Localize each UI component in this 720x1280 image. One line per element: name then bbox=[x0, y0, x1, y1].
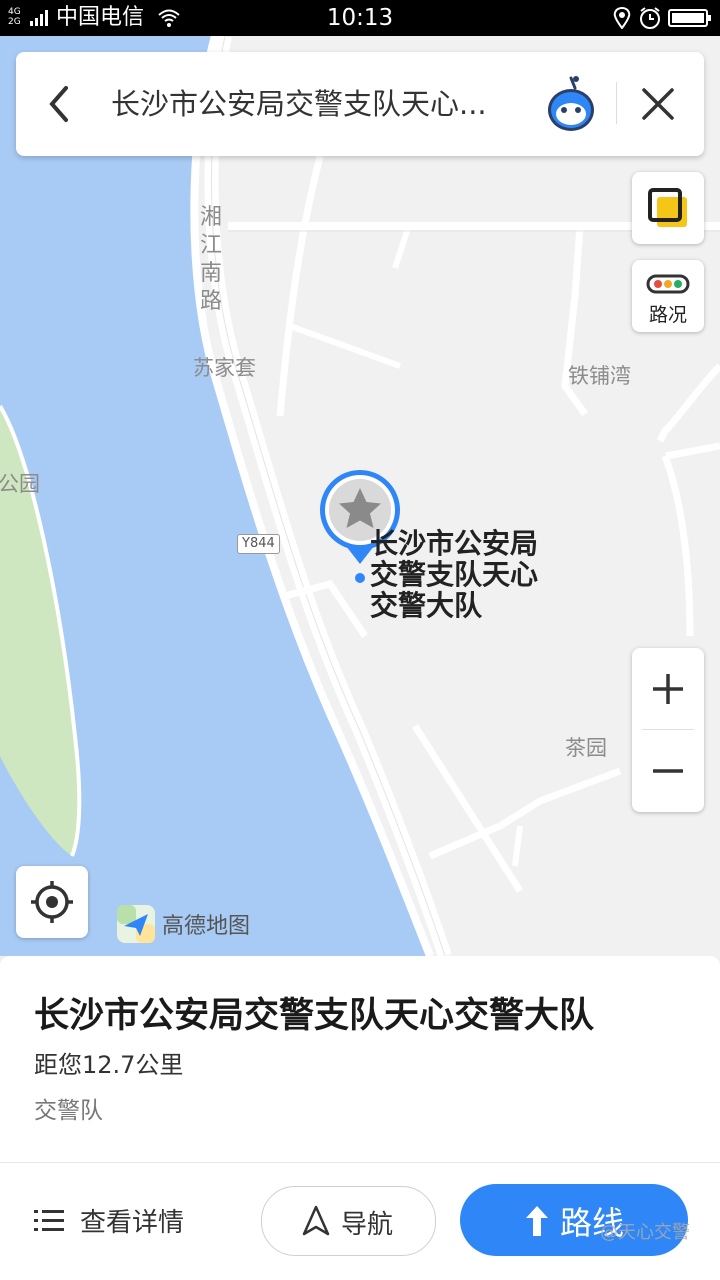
road-label-xiangjiang: 湘江南路 bbox=[199, 205, 222, 314]
traffic-button[interactable]: 路况 bbox=[632, 260, 704, 332]
panel-divider bbox=[0, 1162, 720, 1163]
place-label-tiepuwan: 铁铺湾 bbox=[568, 364, 631, 388]
amap-logo: 高德地图 bbox=[116, 904, 250, 944]
map-view[interactable]: 湘江南路 苏家套 铁铺湾 茶园 公园 Y844 长沙市公安局 交警支队天心 交警… bbox=[0, 36, 720, 956]
traffic-light-icon bbox=[646, 274, 690, 294]
my-location-button[interactable] bbox=[16, 866, 88, 938]
layers-button[interactable] bbox=[632, 172, 704, 244]
poi-detail-panel: 长沙市公安局交警支队天心交警大队 距您12.7公里 交警队 查看详情 导航 路线… bbox=[0, 956, 720, 1280]
traffic-label: 路况 bbox=[648, 304, 687, 326]
layers-icon bbox=[648, 188, 687, 227]
place-label-sujiatao: 苏家套 bbox=[193, 356, 256, 380]
route-arrow-icon bbox=[526, 1206, 548, 1236]
place-label-park: 公园 bbox=[0, 472, 40, 496]
close-icon[interactable] bbox=[638, 84, 678, 124]
weibo-watermark: @天心交警 bbox=[600, 1222, 690, 1243]
zoom-out-button[interactable] bbox=[632, 730, 704, 812]
back-arrow-icon[interactable] bbox=[42, 80, 76, 128]
location-status-icon bbox=[613, 7, 631, 29]
poi-map-label-text: 长沙市公安局 交警支队天心 交警大队 bbox=[370, 527, 539, 622]
poi-distance: 距您12.7公里 bbox=[34, 1051, 184, 1079]
poi-category: 交警队 bbox=[34, 1098, 103, 1124]
place-label-chayuan: 茶园 bbox=[565, 736, 607, 760]
navigate-label: 导航 bbox=[341, 1210, 394, 1240]
poi-map-label[interactable]: 长沙市公安局 交警支队天心 交警大队 bbox=[370, 528, 538, 621]
amap-logo-icon bbox=[117, 905, 155, 943]
status-bar: 4G 2G 中国电信 10:13 bbox=[0, 0, 720, 36]
search-query[interactable]: 长沙市公安局交警支队天心... bbox=[111, 82, 487, 126]
navigate-button[interactable]: 导航 bbox=[261, 1186, 436, 1256]
assistant-mascot-icon[interactable] bbox=[544, 74, 598, 134]
minus-icon bbox=[653, 769, 683, 773]
amap-brand-text: 高德地图 bbox=[162, 914, 251, 939]
crosshair-icon bbox=[31, 881, 73, 923]
zoom-in-button[interactable] bbox=[632, 648, 704, 730]
map-canvas bbox=[0, 36, 720, 956]
poi-title: 长沙市公安局交警支队天心交警大队 bbox=[34, 996, 595, 1036]
battery-icon bbox=[668, 9, 711, 27]
road-badge: Y844 bbox=[237, 534, 280, 554]
view-details-button[interactable]: 查看详情 bbox=[30, 1186, 230, 1256]
view-details-label: 查看详情 bbox=[80, 1208, 185, 1238]
zoom-controls bbox=[632, 648, 704, 812]
plus-icon bbox=[653, 674, 683, 704]
navigation-arrow-icon bbox=[302, 1205, 330, 1236]
list-icon bbox=[34, 1210, 64, 1231]
search-divider bbox=[616, 82, 617, 124]
alarm-icon bbox=[640, 7, 660, 29]
search-bar[interactable]: 长沙市公安局交警支队天心... bbox=[16, 52, 704, 156]
